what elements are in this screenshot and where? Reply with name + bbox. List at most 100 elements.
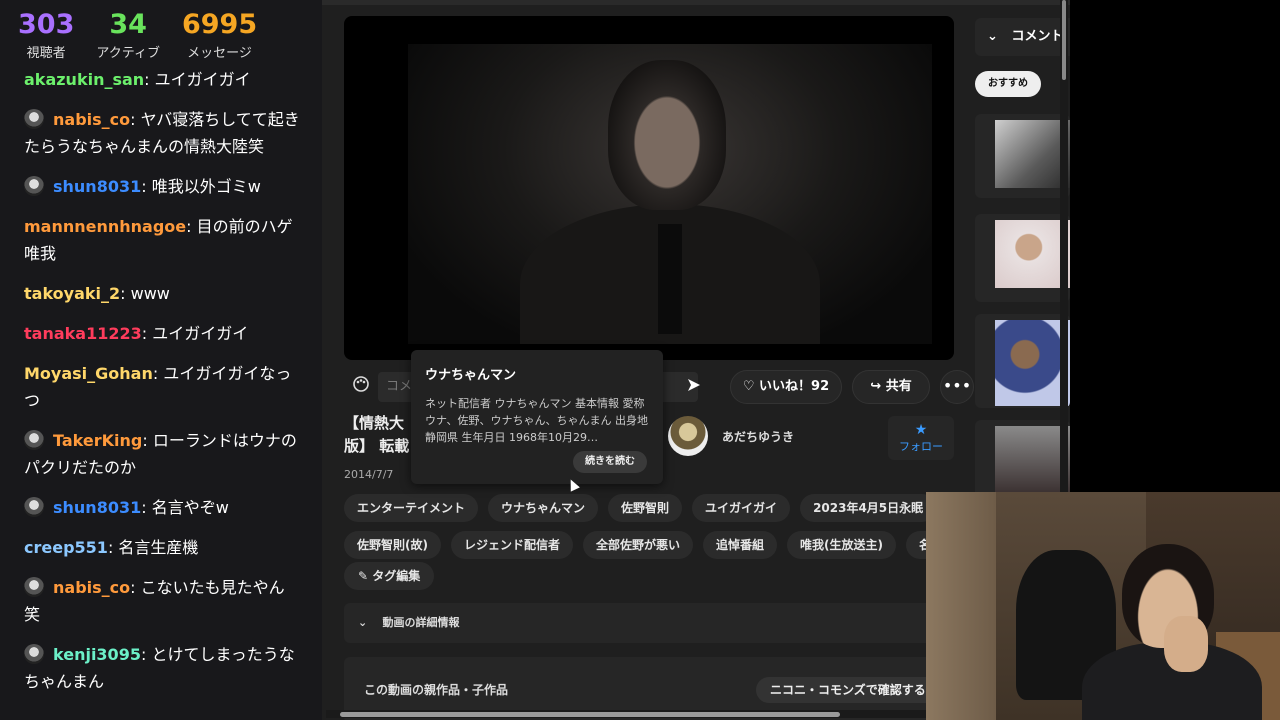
palette-icon-svg: [353, 376, 369, 392]
video-frame[interactable]: [408, 44, 932, 344]
tooltip-description: ネット配信者 ウナちゃんマン 基本情報 愛称 ウナ、佐野、ウナちゃん、ちゃんまん…: [425, 397, 648, 444]
top-divider: [322, 0, 1070, 5]
tag-list: エンターテイメント ウナちゃんマン 佐野智則 ユイガイガイ 2023年4月5日永眠 佐野…: [344, 494, 957, 568]
chat-separator: :: [144, 70, 155, 89]
chat-text: 名言生産機: [118, 538, 199, 557]
recommended-video-thumb[interactable]: [975, 314, 1070, 408]
tag-chip[interactable]: 佐野智則: [608, 494, 683, 522]
tag-chip[interactable]: レジェンド配信者: [450, 531, 573, 559]
user-badge-icon: [24, 109, 44, 129]
chat-separator: :: [142, 431, 153, 450]
chat-username[interactable]: creep551: [24, 538, 108, 557]
thumbnail-image: [995, 220, 1070, 288]
video-details-toggle[interactable]: ⌄ 動画の詳細情報: [344, 603, 954, 643]
tag-chip[interactable]: 追悼番組: [703, 531, 778, 559]
video-player[interactable]: [344, 16, 954, 360]
chat-username[interactable]: takoyaki_2: [24, 284, 120, 303]
chat-separator: :: [130, 578, 141, 597]
chat-username[interactable]: Moyasi_Gohan: [24, 364, 153, 383]
chat-text: ユイガイガイ: [152, 324, 249, 343]
tag-edit-button[interactable]: ✎ タグ編集: [344, 562, 435, 590]
owner-avatar[interactable]: [668, 416, 708, 456]
active-count-label: アクティブ: [96, 46, 160, 61]
like-button[interactable]: ♡ いいね！92: [730, 370, 842, 404]
tag-chip[interactable]: 全部佐野が悪い: [583, 531, 694, 559]
chat-username[interactable]: kenji3095: [53, 645, 141, 664]
heart-icon: ♡: [742, 379, 755, 394]
like-label: いいね！92: [759, 379, 830, 394]
commons-check-button[interactable]: ニコニ・コモンズで確認する: [756, 677, 940, 703]
star-icon: ★: [914, 422, 928, 438]
tag-chip[interactable]: 唯我(生放送主): [787, 531, 897, 559]
user-badge-icon: [24, 577, 44, 597]
chat-separator: :: [141, 177, 152, 196]
chat-message: TakerKing: ローランドはウナのパクリだたのか: [24, 427, 300, 481]
chat-username[interactable]: tanaka11223: [24, 324, 142, 343]
video-subject-tie: [658, 224, 682, 334]
viewer-count-label: 視聴者: [26, 46, 66, 61]
more-options-button[interactable]: •••: [940, 370, 974, 404]
tag-edit-label: タグ編集: [372, 569, 421, 583]
share-icon: ↪: [870, 379, 882, 394]
webcam-door: [926, 492, 996, 720]
tag-chip[interactable]: ユイガイガイ: [692, 494, 791, 522]
follow-label: フォロー: [899, 440, 943, 453]
chat-message: takoyaki_2: www: [24, 280, 300, 307]
chat-message: nabis_co: ヤバ寝落ちしてて起きたらうなちゃんまんの情熱大陸笑: [24, 106, 300, 160]
chat-text: ユイガイガイ: [154, 70, 251, 89]
chat-message: shun8031: 名言やぞw: [24, 494, 300, 521]
parent-child-title: この動画の親作品・子作品: [364, 683, 509, 697]
horizontal-scrollbar-thumb[interactable]: [340, 712, 840, 717]
read-more-button[interactable]: 続きを読む: [573, 451, 647, 473]
user-badge-icon: [24, 430, 44, 450]
chat-separator: :: [120, 284, 131, 303]
follow-button[interactable]: ★ フォロー: [888, 416, 954, 460]
tag-chip[interactable]: ウナちゃんマン: [488, 494, 599, 522]
chat-username[interactable]: shun8031: [53, 498, 141, 517]
chat-separator: :: [141, 498, 152, 517]
send-icon-svg: [688, 379, 700, 391]
message-count-number: 6995: [181, 9, 258, 40]
tag-tooltip: ウナちゃんマン ネット配信者 ウナちゃんマン 基本情報 愛称 ウナ、佐野、ウナち…: [411, 350, 663, 484]
chat-username[interactable]: shun8031: [53, 177, 141, 196]
chat-username[interactable]: mannnennhnagoe: [24, 217, 186, 236]
tooltip-title: ウナちゃんマン: [425, 368, 517, 383]
chat-username[interactable]: nabis_co: [53, 578, 130, 597]
chat-message: mannnennhnagoe: 目の前のハゲ唯我: [24, 213, 300, 267]
chat-separator: :: [130, 110, 141, 129]
recommend-chip[interactable]: おすすめ: [975, 71, 1041, 97]
send-icon[interactable]: [674, 372, 714, 402]
screen: 303 視聴者 34 アクティブ 6995 メッセージ akazukin_san…: [0, 0, 1280, 720]
chat-message: creep551: 名言生産機: [24, 534, 300, 561]
chat-message: akazukin_san: ユイガイガイ: [24, 66, 300, 93]
user-badge-icon: [24, 176, 44, 196]
viewer-count: 303 視聴者: [18, 10, 74, 66]
chat-username[interactable]: nabis_co: [53, 110, 130, 129]
chat-text: 名言やぞw: [151, 498, 229, 517]
user-badge-icon: [24, 497, 44, 517]
tag-chip[interactable]: 佐野智則(故): [344, 531, 441, 559]
vertical-scrollbar[interactable]: [1060, 0, 1068, 492]
active-count-number: 34: [109, 9, 147, 40]
tag-row-2: 佐野智則(故)レジェンド配信者全部佐野が悪い追悼番組唯我(生放送主)名作: [344, 531, 957, 559]
upload-date: 2014/7/7: [344, 468, 394, 481]
message-count-label: メッセージ: [187, 46, 252, 61]
recommended-video-thumb[interactable]: [975, 420, 1070, 500]
webcam-person-hand: [1164, 616, 1208, 672]
tag-chip[interactable]: エンターテイメント: [344, 494, 479, 522]
chat-username[interactable]: TakerKing: [53, 431, 142, 450]
comment-panel-header[interactable]: ⌄ コメント: [975, 18, 1070, 56]
vertical-scrollbar-thumb[interactable]: [1062, 0, 1066, 80]
comment-header-label: コメント: [1011, 29, 1064, 44]
tag-chip[interactable]: 2023年4月5日永眠: [800, 494, 937, 522]
chat-separator: :: [141, 324, 153, 343]
palette-icon[interactable]: [344, 372, 378, 402]
share-button[interactable]: ↪ 共有: [852, 370, 930, 404]
details-label: 動画の詳細情報: [382, 616, 460, 629]
recommended-video-thumb[interactable]: [975, 114, 1070, 198]
chat-username[interactable]: akazukin_san: [24, 70, 144, 89]
owner-name[interactable]: あだちゆうき: [722, 428, 794, 445]
recommended-video-thumb[interactable]: [975, 214, 1070, 302]
stream-stats: 303 視聴者 34 アクティブ 6995 メッセージ: [0, 0, 322, 66]
chat-message: Moyasi_Gohan: ユイガイガイなっつ: [24, 360, 300, 414]
